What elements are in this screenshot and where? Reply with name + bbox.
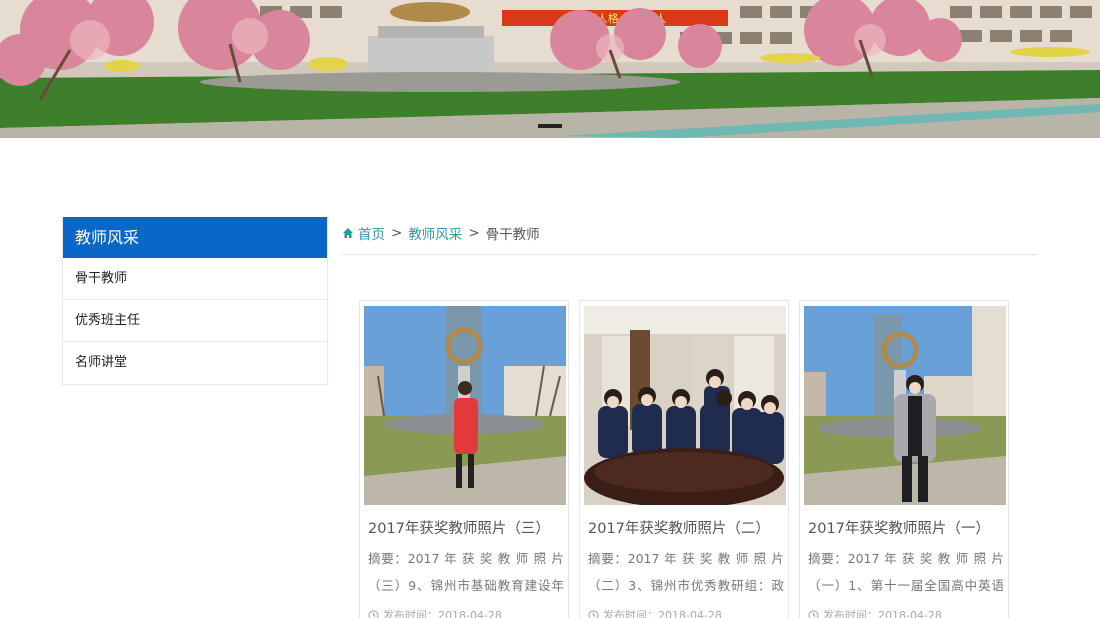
card-thumbnail[interactable] xyxy=(804,306,1006,505)
campus-banner: 用健康人格 培健全人 xyxy=(0,0,1100,138)
card-thumbnail[interactable] xyxy=(364,306,566,505)
card-title[interactable]: 2017年获奖教师照片（二） xyxy=(588,517,784,538)
card-date-text: 发布时间：2018-04-28 xyxy=(823,609,942,618)
card-date: 发布时间：2018-04-28 xyxy=(808,607,942,618)
news-card[interactable]: 2017年获奖教师照片（一） 摘要：2017 年 获 奖 教 师 照 片（一）1… xyxy=(799,300,1009,618)
card-date: 发布时间：2018-04-28 xyxy=(588,607,722,618)
breadcrumb-current: 骨干教师 xyxy=(485,227,540,243)
breadcrumb-divider xyxy=(342,254,1038,255)
sidebar: 教师风采 骨干教师 优秀班主任 名师讲堂 xyxy=(62,217,328,385)
breadcrumb-separator: > xyxy=(468,225,480,241)
card-summary: 摘要：2017 年 获 奖 教 师 照 片（二）3、锦州市优秀教研组：政治... xyxy=(588,551,784,593)
breadcrumb-section-link[interactable]: 教师风采 xyxy=(408,223,462,243)
card-date-text: 发布时间：2018-04-28 xyxy=(383,609,502,618)
clock-icon xyxy=(368,609,379,618)
card-title[interactable]: 2017年获奖教师照片（三） xyxy=(368,517,564,538)
sidebar-title: 教师风采 xyxy=(63,217,327,258)
card-summary: 摘要：2017 年 获 奖 教 师 照 片（一）1、第十一届全国高中英语课... xyxy=(808,551,1004,593)
news-card[interactable]: 2017年获奖教师照片（三） 摘要：2017 年 获 奖 教 师 照 片（三）9… xyxy=(359,300,569,618)
breadcrumb: 首页 > 教师风采 > 骨干教师 xyxy=(342,223,540,243)
card-thumbnail[interactable] xyxy=(584,306,786,505)
campus-photo: 用健康人格 培健全人 xyxy=(0,0,1100,138)
card-title[interactable]: 2017年获奖教师照片（一） xyxy=(808,517,1004,538)
slider-indicator[interactable] xyxy=(538,124,562,128)
breadcrumb-home-link[interactable]: 首页 xyxy=(358,223,385,243)
card-date: 发布时间：2018-04-28 xyxy=(368,607,502,618)
news-card[interactable]: 2017年获奖教师照片（二） 摘要：2017 年 获 奖 教 师 照 片（二）3… xyxy=(579,300,789,618)
clock-icon xyxy=(808,609,819,618)
card-date-text: 发布时间：2018-04-28 xyxy=(603,609,722,618)
card-summary: 摘要：2017 年 获 奖 教 师 照 片（三）9、锦州市基础教育建设年先... xyxy=(368,551,564,593)
home-icon xyxy=(343,228,353,238)
sidebar-item-famous-teacher-lecture[interactable]: 名师讲堂 xyxy=(63,342,327,384)
sidebar-item-excellent-class-teacher[interactable]: 优秀班主任 xyxy=(63,300,327,342)
breadcrumb-separator: > xyxy=(391,225,403,241)
clock-icon xyxy=(588,609,599,618)
sidebar-item-backbone-teachers[interactable]: 骨干教师 xyxy=(63,258,327,300)
